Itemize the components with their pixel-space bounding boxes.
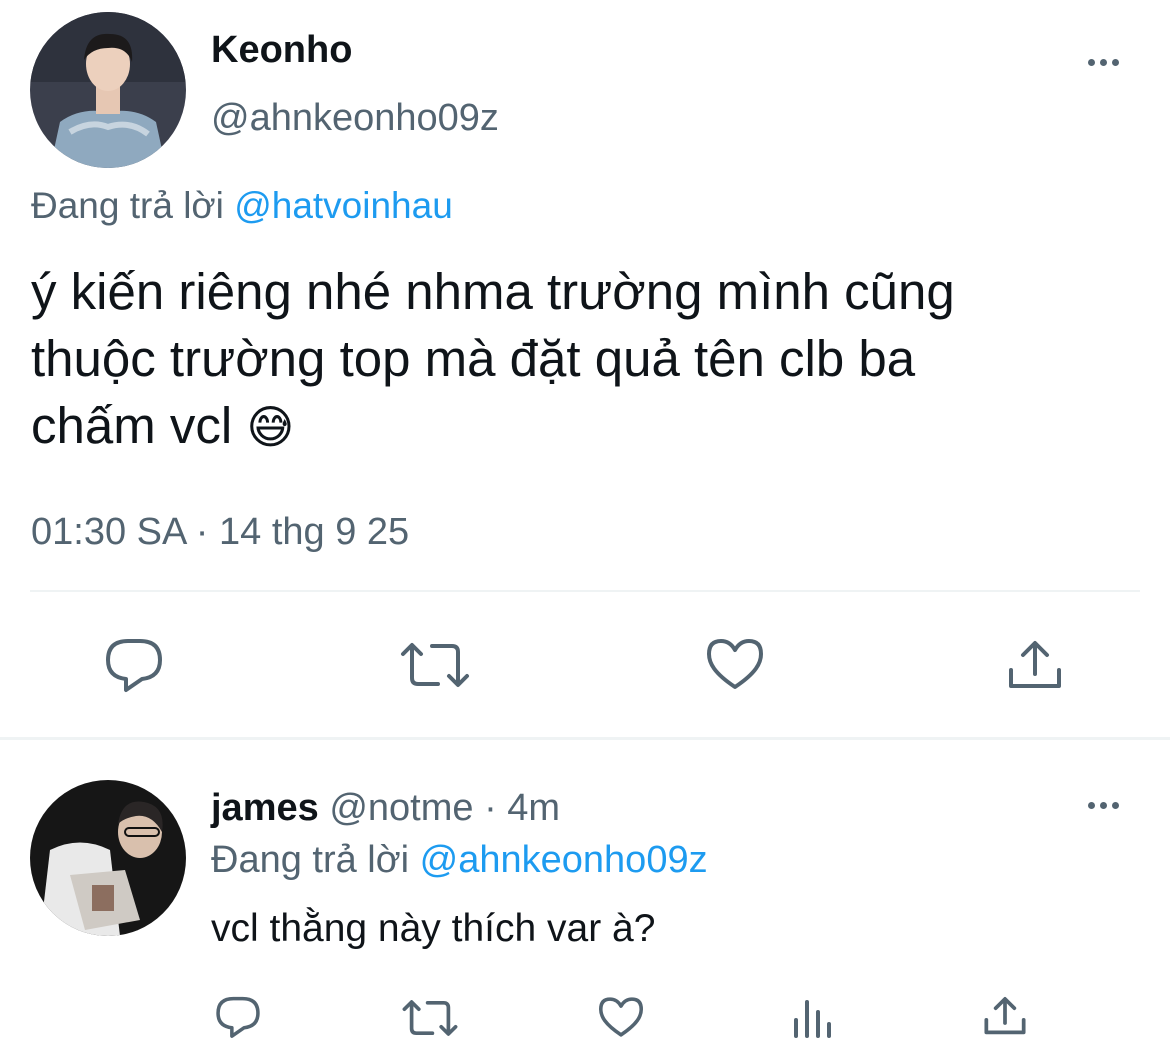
tweet-text-line: ý kiến riêng nhé nhma trường mình cũng (31, 263, 955, 320)
like-button[interactable] (706, 637, 764, 691)
like-icon (707, 639, 763, 689)
avatar-image (30, 12, 186, 168)
reply-avatar[interactable] (30, 780, 186, 936)
reply-display-name[interactable]: james (211, 787, 319, 829)
reply-text: vcl thằng này thích var à? (211, 907, 656, 950)
reply-prefix: Đang trả lời (31, 185, 224, 226)
more-options-button[interactable] (1088, 59, 1119, 66)
time-separator: · (484, 787, 497, 829)
reply-to-link[interactable]: @ahnkeonho09z (420, 839, 708, 881)
reply-icon (216, 996, 260, 1038)
reply-button[interactable] (104, 637, 164, 693)
more-horizontal-icon (1088, 59, 1119, 66)
reply-more-options-button[interactable] (1088, 802, 1119, 809)
section-divider (0, 737, 1170, 740)
reply-like-button[interactable] (598, 996, 644, 1038)
user-handle[interactable]: @ahnkeonho09z (211, 96, 499, 140)
tweet-text-line-last: chấm vcl 😅 (31, 392, 955, 461)
reply-header: james @notme · 4m (211, 786, 560, 830)
retweet-icon (402, 1000, 458, 1036)
reply-context: Đang trả lời @hatvoinhau (31, 184, 453, 228)
share-icon (1009, 641, 1061, 688)
reply-to-link[interactable]: @hatvoinhau (234, 185, 453, 226)
reply-context: Đang trả lời @ahnkeonho09z (211, 838, 708, 882)
tweet-text-line: chấm vcl (31, 397, 233, 454)
retweet-button[interactable] (400, 640, 470, 690)
avatar-image (30, 780, 186, 936)
tweet-text-line: thuộc trường top mà đặt quả tên clb ba (31, 330, 916, 387)
analytics-icon (794, 1000, 831, 1038)
display-name[interactable]: Keonho (211, 28, 352, 72)
reply-user-handle[interactable]: @notme (329, 787, 473, 829)
reply-reply-button[interactable] (215, 995, 261, 1039)
timestamp[interactable]: 01:30 SA · 14 thg 9 25 (31, 510, 409, 554)
reply-prefix: Đang trả lời (211, 839, 410, 881)
tweet-text: ý kiến riêng nhé nhma trường mình cũng t… (31, 258, 955, 461)
analytics-button[interactable] (792, 998, 834, 1038)
like-icon (598, 997, 644, 1037)
avatar[interactable] (30, 12, 186, 168)
more-horizontal-icon (1088, 802, 1119, 809)
reply-share-button[interactable] (984, 996, 1026, 1036)
reply-icon (106, 639, 162, 692)
share-button[interactable] (1008, 640, 1062, 690)
divider (30, 590, 1140, 592)
reply-retweet-button[interactable] (402, 998, 458, 1038)
emoji: 😅 (246, 401, 295, 453)
share-icon (984, 997, 1026, 1035)
retweet-icon (401, 643, 469, 687)
relative-time[interactable]: 4m (507, 787, 560, 829)
